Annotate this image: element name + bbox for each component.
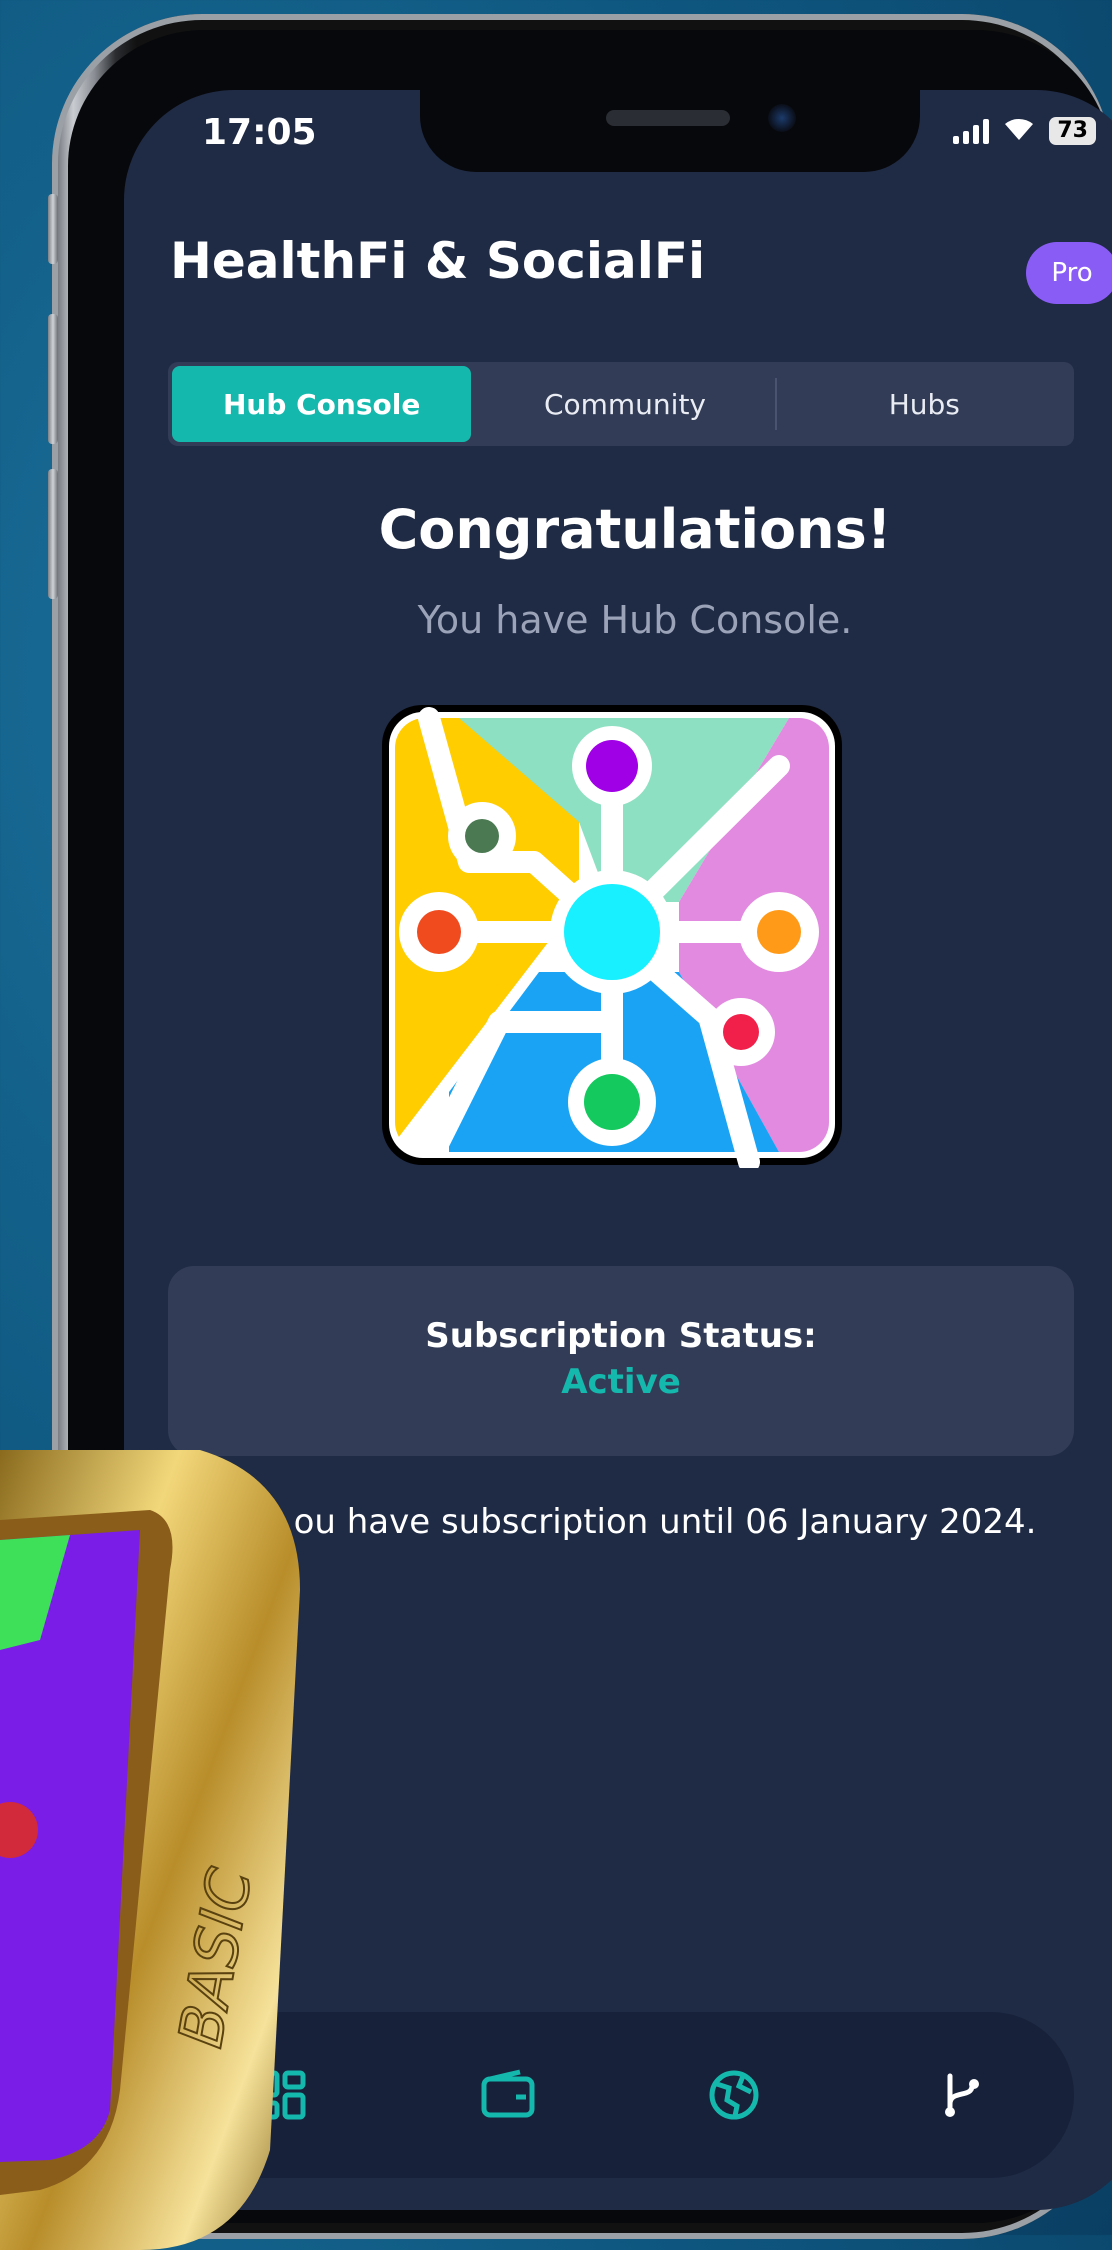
status-time: 17:05: [202, 112, 317, 153]
subscription-value: Active: [561, 1362, 681, 1402]
nav-branch[interactable]: [926, 2060, 996, 2130]
globe-icon: [709, 2070, 759, 2120]
congrats-subtitle: You have Hub Console.: [417, 598, 853, 642]
tab-bar: Hub Console Community Hubs: [168, 362, 1074, 446]
wallet-icon: [481, 2069, 535, 2118]
subscription-label: Subscription Status:: [425, 1316, 817, 1356]
volume-up-button: [48, 314, 58, 444]
signal-icon: [953, 118, 990, 144]
branch-icon: [944, 2073, 979, 2117]
front-camera: [768, 104, 796, 132]
tab-hubs[interactable]: Hubs: [774, 362, 1074, 446]
tab-community[interactable]: Community: [475, 362, 774, 446]
pro-badge[interactable]: Pro: [1026, 242, 1112, 304]
hub-console-icon: [382, 705, 842, 1168]
battery-icon: 73: [1049, 117, 1096, 145]
volume-down-button: [48, 469, 58, 599]
basic-medal-image: BASIC: [0, 1450, 300, 2250]
notch: [420, 90, 920, 172]
nav-explore[interactable]: [699, 2060, 769, 2130]
status-icons: 73: [953, 116, 1096, 146]
app-title: HealthFi & SocialFi: [170, 232, 706, 290]
wifi-icon: [1003, 116, 1035, 146]
congrats-title: Congratulations!: [378, 498, 892, 561]
speaker-grille: [606, 110, 730, 126]
side-button: [48, 194, 58, 264]
nav-wallet[interactable]: [473, 2060, 543, 2130]
tab-hubs-label: Hubs: [888, 387, 960, 421]
subscription-card: Subscription Status: Active: [168, 1266, 1074, 1456]
tab-hub-console[interactable]: Hub Console: [172, 366, 472, 442]
tab-divider: [774, 378, 777, 430]
